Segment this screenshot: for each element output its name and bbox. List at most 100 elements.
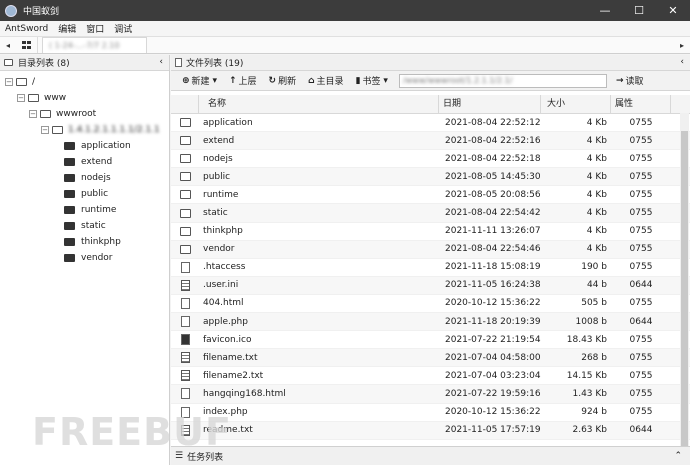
file-attr: 0755 <box>629 117 653 128</box>
tab-bar: ◂ ( 1-24-...-7/7 2.10 ▸ <box>0 37 690 54</box>
file-name: filename2.txt <box>203 370 264 381</box>
file-size: 4 Kb <box>586 171 607 182</box>
file-date: 2021-08-05 14:45:30 <box>445 171 541 182</box>
table-row[interactable]: 404.html 2020-10-12 15:36:22 505 b 0755 <box>171 295 690 314</box>
tree-node-child[interactable]: static <box>64 219 106 233</box>
tab-scroll-left-icon[interactable]: ◂ <box>0 41 16 50</box>
file-panel-header: 文件列表 (19) ‹ <box>171 55 690 71</box>
table-row[interactable]: .user.ini 2021-11-05 16:24:38 44 b 0644 <box>171 276 690 295</box>
file-size: 4 Kb <box>586 117 607 128</box>
tree-toggle-icon[interactable]: − <box>41 126 49 134</box>
tree-node-www[interactable]: − www <box>17 91 66 105</box>
file-attr: 0755 <box>629 189 653 200</box>
task-panel-header[interactable]: ☰ 任务列表 ⌃ <box>171 446 690 465</box>
folder-icon <box>40 110 51 118</box>
menu-edit[interactable]: 编辑 <box>53 22 81 35</box>
col-attr[interactable]: 属性 <box>611 94 671 114</box>
file-size: 4 Kb <box>586 226 607 237</box>
directory-panel-header: 目录列表 (8) ‹ <box>0 55 169 71</box>
tree-node-child[interactable]: thinkphp <box>64 235 121 249</box>
watermark: FREEBUF <box>32 410 232 454</box>
tree-node-root[interactable]: − / <box>5 75 35 89</box>
table-row[interactable]: readme.txt 2021-11-05 17:57:19 2.63 Kb 0644 <box>171 421 690 440</box>
collapse-left-icon[interactable]: ‹ <box>159 57 163 67</box>
file-attr: 0644 <box>629 316 653 327</box>
table-row[interactable]: hangqing168.html 2021-07-22 19:59:16 1.43 … <box>171 385 690 404</box>
tree-node-child[interactable]: extend <box>64 155 112 169</box>
menu-debug[interactable]: 调试 <box>109 22 137 35</box>
up-button[interactable]: ↑ 上层 <box>224 73 262 89</box>
row-icon <box>171 352 199 364</box>
text-file-icon <box>180 352 190 364</box>
new-button[interactable]: ⊕ 新建 ▾ <box>177 73 222 89</box>
maximize-button[interactable]: ☐ <box>622 0 656 21</box>
file-size: 924 b <box>581 407 607 418</box>
row-icon <box>171 334 199 346</box>
table-row[interactable]: favicon.ico 2021-07-22 21:19:54 18.43 Kb 07… <box>171 331 690 350</box>
close-button[interactable]: ✕ <box>656 0 690 21</box>
file-attr: 0755 <box>629 334 653 345</box>
table-row[interactable]: application 2021-08-04 22:52:12 4 Kb 0755 <box>171 114 690 133</box>
tree-node-child[interactable]: runtime <box>64 203 116 217</box>
file-panel: 文件列表 (19) ‹ ⊕ 新建 ▾ ↑ 上层 ↻ 刷新 ⌂ 主目录 ▮ 书签 ▾ /ww… <box>171 55 690 465</box>
expand-up-icon[interactable]: ⌃ <box>674 451 682 461</box>
tree-node-wwwroot[interactable]: − wwwroot <box>29 107 96 121</box>
table-row[interactable]: filename2.txt 2021-07-04 03:23:04 14.15 Kb… <box>171 367 690 386</box>
table-row[interactable]: vendor 2021-08-04 22:54:46 4 Kb 0755 <box>171 240 690 259</box>
menu-window[interactable]: 窗口 <box>81 22 109 35</box>
table-row[interactable]: nodejs 2021-08-04 22:52:18 4 Kb 0755 <box>171 150 690 169</box>
tab-home[interactable] <box>16 37 38 53</box>
refresh-button[interactable]: ↻ 刷新 <box>264 73 302 89</box>
file-attr: 0755 <box>629 244 653 255</box>
table-row[interactable]: .htaccess 2021-11-18 15:08:19 190 b 0755 <box>171 259 690 277</box>
col-icon <box>171 94 199 114</box>
minimize-button[interactable]: — <box>588 0 622 21</box>
refresh-icon: ↻ <box>268 75 277 86</box>
col-name[interactable]: 名称 <box>199 94 439 114</box>
menu-bar: AntSword 编辑 窗口 调试 <box>0 21 690 37</box>
table-row[interactable]: apple.php 2021-11-18 20:19:39 1008 b 0644 <box>171 313 690 332</box>
table-row[interactable]: filename.txt 2021-07-04 04:58:00 268 b 0755 <box>171 349 690 368</box>
collapse-right-icon[interactable]: ‹ <box>680 57 684 67</box>
table-row[interactable]: runtime 2021-08-05 20:08:56 4 Kb 0755 <box>171 186 690 205</box>
row-icon <box>171 297 199 309</box>
bookmark-button[interactable]: ▮ 书签 ▾ <box>351 73 393 89</box>
tab-scroll-right-icon[interactable]: ▸ <box>674 41 690 50</box>
file-name: application <box>203 117 253 128</box>
tree-toggle-icon[interactable]: − <box>29 110 37 118</box>
read-button[interactable]: → 读取 <box>611 73 649 89</box>
menu-antsword[interactable]: AntSword <box>0 24 53 34</box>
col-date[interactable]: 日期 <box>439 94 541 114</box>
tree-toggle-icon[interactable]: − <box>5 78 13 86</box>
file-attr: 0755 <box>629 298 653 309</box>
vertical-scrollbar[interactable] <box>680 113 689 451</box>
folder-icon <box>64 238 75 246</box>
folder-icon <box>16 78 27 86</box>
folder-icon <box>64 174 75 182</box>
file-name: extend <box>203 135 235 146</box>
tree-toggle-icon[interactable]: − <box>17 94 25 102</box>
file-name: filename.txt <box>203 352 258 363</box>
file-date: 2020-10-12 15:36:22 <box>445 407 541 418</box>
home-dir-button[interactable]: ⌂ 主目录 <box>303 73 348 89</box>
table-row[interactable]: static 2021-08-04 22:54:42 4 Kb 0755 <box>171 204 690 223</box>
code-file-icon <box>180 388 190 400</box>
title-bar: 中国蚁剑 — ☐ ✕ <box>0 0 690 21</box>
folder-icon <box>64 158 75 166</box>
row-icon <box>171 226 199 236</box>
tree-node-child[interactable]: public <box>64 187 108 201</box>
path-input[interactable]: /www/wwwroot/1.2.1.1/2.1/ <box>398 73 607 88</box>
tree-node-child[interactable]: vendor <box>64 251 113 265</box>
table-row[interactable]: thinkphp 2021-11-11 13:26:07 4 Kb 0755 <box>171 223 690 241</box>
tab-shell[interactable]: ( 1-24-...-7/7 2.10 <box>42 37 147 53</box>
tree-node-child[interactable]: nodejs <box>64 171 111 185</box>
col-size[interactable]: 大小 <box>541 94 611 114</box>
home-icon: ⌂ <box>308 75 315 86</box>
scrollbar-thumb[interactable] <box>681 131 688 451</box>
tree-node-child[interactable]: application <box>64 139 131 153</box>
table-row[interactable]: index.php 2020-10-12 15:36:22 924 b 0755 <box>171 404 690 422</box>
table-row[interactable]: public 2021-08-05 14:45:30 4 Kb 0755 <box>171 168 690 187</box>
table-row[interactable]: extend 2021-08-04 22:52:16 4 Kb 0755 <box>171 132 690 151</box>
folder-icon <box>64 142 75 150</box>
tree-node-site[interactable]: −1.4.1.2.1.1.1.1/2.1.1 <box>41 123 160 137</box>
